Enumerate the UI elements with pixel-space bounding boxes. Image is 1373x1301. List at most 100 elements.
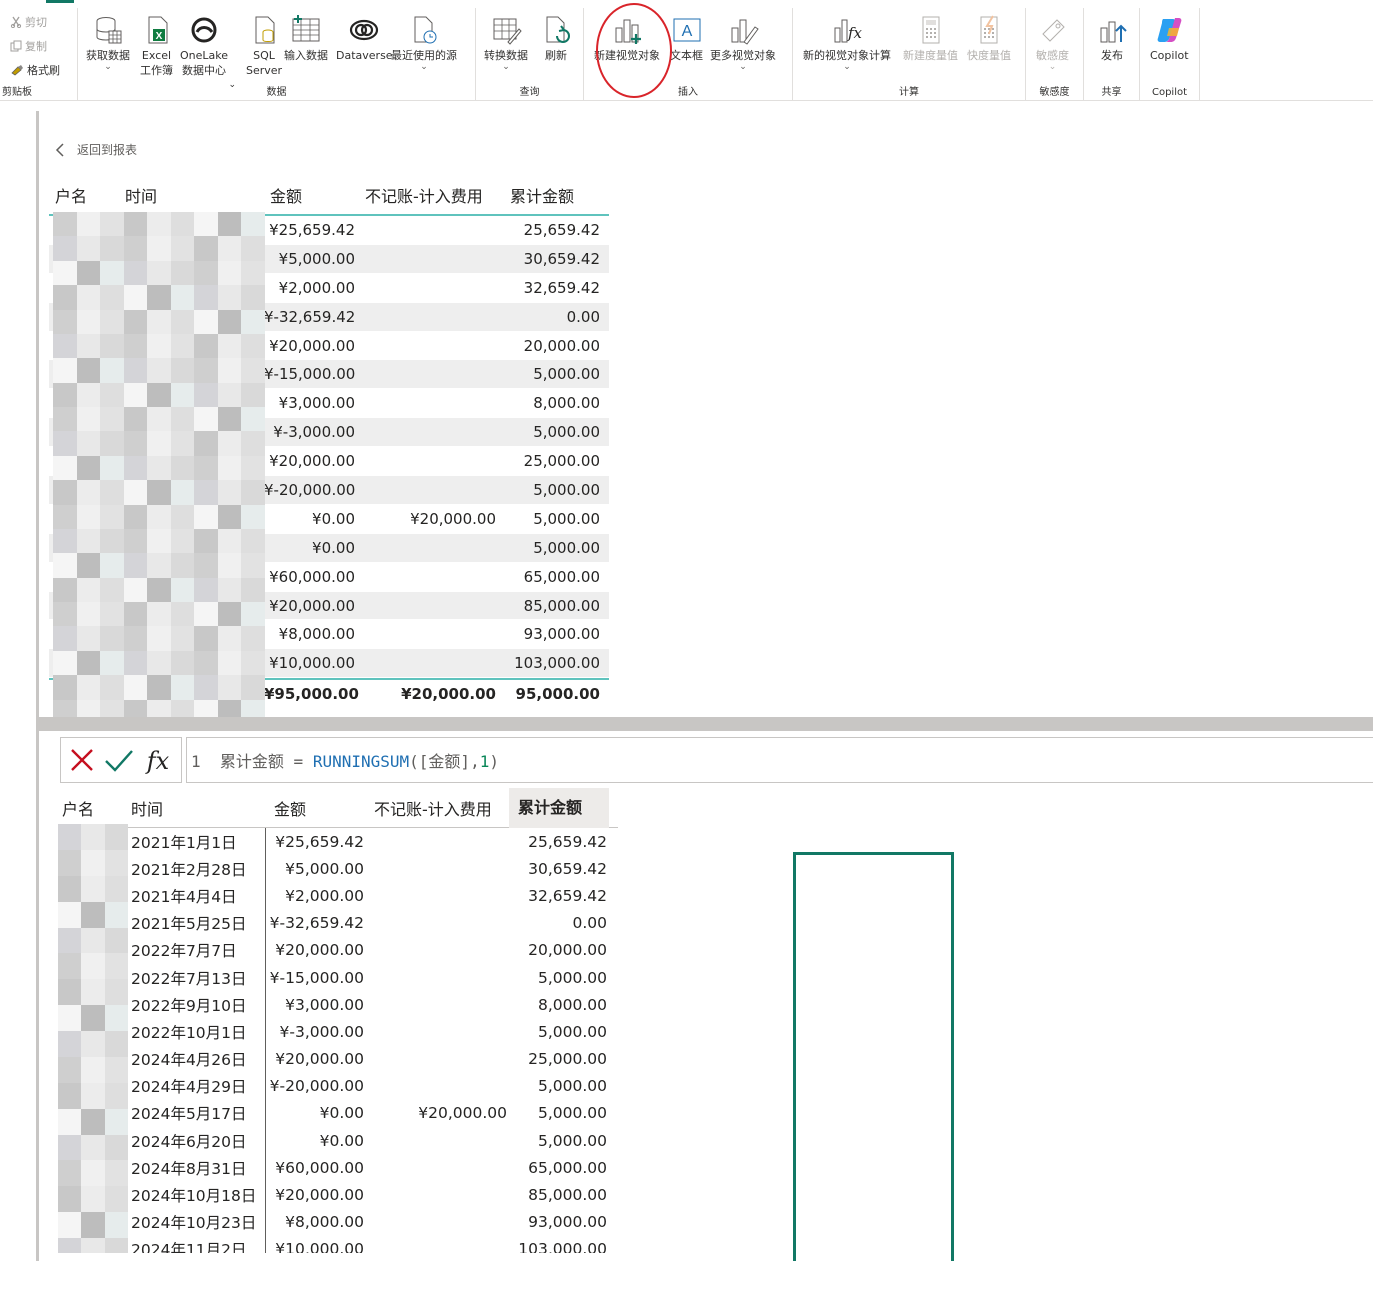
redaction-pixel (76, 577, 101, 603)
refresh-button[interactable]: 刷新 (540, 14, 572, 63)
pane-splitter[interactable] (39, 717, 1373, 731)
sensitivity-group: 敏感度 ⌄ 敏感度 (1026, 8, 1084, 100)
new-measure-button[interactable]: 新建度量值 (903, 14, 958, 63)
column-header-amount[interactable]: 金额 (264, 183, 359, 207)
format-painter-button[interactable]: 格式刷 (10, 62, 60, 78)
new-visual-button[interactable]: 新建视觉对象 (594, 14, 660, 63)
column-header-name[interactable]: 户名 (49, 183, 119, 207)
grid-row[interactable]: 2022年7月7日 ¥20,000.00 20,000.00 (58, 936, 618, 964)
grid-row[interactable]: 2021年1月1日 ¥25,659.42 25,659.42 (58, 828, 618, 856)
amount-cell: ¥60,000.00 (269, 567, 355, 586)
sql-server-button[interactable]: SQL Server (246, 14, 282, 78)
redaction-pixel (76, 675, 101, 700)
redaction-pixel (53, 212, 77, 237)
grid-amount-cell: ¥-3,000.00 (279, 1022, 364, 1041)
cancel-icon[interactable] (68, 746, 96, 774)
dataverse-button[interactable]: Dataverse (336, 14, 393, 63)
cumulative-cell: 5,000.00 (533, 480, 600, 499)
grid-time-cell: 2024年6月20日 (126, 1127, 266, 1155)
enter-data-button[interactable]: 输入数据 (284, 14, 328, 63)
redaction-pixel (81, 979, 105, 1006)
cumulative-cell: 103,000.00 (514, 654, 600, 673)
grid-time-cell: 2021年4月4日 (126, 882, 266, 910)
redaction-pixel (170, 553, 195, 578)
redaction-pixel (58, 1005, 82, 1032)
cut-button[interactable]: 剪切 (10, 14, 47, 30)
redaction-pixel (104, 1031, 128, 1057)
redaction-pixel (217, 626, 242, 651)
grid-row[interactable]: 2021年4月4日 ¥2,000.00 32,659.42 (58, 882, 618, 910)
grid-header-amount[interactable]: 金额 (266, 796, 366, 820)
grid-row[interactable]: 2022年10月1日 ¥-3,000.00 5,000.00 (58, 1018, 618, 1046)
cumulative-cell: 25,000.00 (523, 452, 600, 471)
fx-icon[interactable]: fx (142, 744, 174, 776)
redaction-pixel (123, 626, 148, 651)
grid-row[interactable]: 2024年6月20日 ¥0.00 5,000.00 (58, 1127, 618, 1155)
redaction-pixel (194, 553, 218, 578)
grid-header-time[interactable]: 时间 (126, 788, 266, 827)
empty-visual-placeholder[interactable] (793, 852, 954, 1264)
grid-row[interactable]: 2022年9月10日 ¥3,000.00 8,000.00 (58, 991, 618, 1019)
onelake-hub-button[interactable]: OneLake 数据中心 ⌄ (180, 14, 236, 90)
grid-row[interactable]: 2021年2月28日 ¥5,000.00 30,659.42 (58, 855, 618, 883)
quick-measure-button[interactable]: 快度量值 (967, 14, 1011, 63)
grid-header-cumulative[interactable]: 累计金额 (509, 788, 609, 828)
formula-input[interactable]: 1 累计金额 = RUNNINGSUM([金额],1) (186, 737, 1373, 783)
back-to-report-link[interactable]: 返回到报表 (55, 141, 137, 158)
excel-workbook-button[interactable]: X Excel 工作簿 (140, 14, 173, 78)
copy-button[interactable]: 复制 (10, 38, 47, 54)
copilot-button[interactable]: Copilot (1150, 14, 1189, 63)
redaction-pixel (241, 260, 265, 286)
column-header-fee[interactable]: 不记账-计入费用 (359, 183, 504, 207)
excel-label-2: 工作簿 (140, 64, 173, 77)
amount-cell: ¥-15,000.00 (264, 365, 356, 384)
redaction-pixel (53, 431, 77, 456)
redaction-pixel (81, 1108, 105, 1135)
grid-row[interactable]: 2024年4月26日 ¥20,000.00 25,000.00 (58, 1045, 618, 1073)
redaction-pixel (170, 260, 195, 286)
text-box-button[interactable]: A 文本框 (670, 14, 703, 63)
grid-header-name[interactable]: 户名 (58, 796, 126, 820)
column-header-time[interactable]: 时间 (119, 183, 264, 207)
redaction-pixel (58, 1056, 82, 1083)
new-visual-calc-label: 新的视觉对象计算 (803, 49, 891, 62)
redaction-pixel (81, 1005, 105, 1032)
more-visuals-button[interactable]: 更多视觉对象 ⌄ (710, 14, 776, 72)
grid-row[interactable]: 2024年11月2日 ¥10,000.00 103,000.00 (58, 1235, 618, 1253)
grid-row[interactable]: 2021年5月25日 ¥-32,659.42 0.00 (58, 909, 618, 937)
recent-sources-button[interactable]: 最近使用的源 ⌄ (391, 14, 457, 72)
redaction-pixel (104, 1005, 128, 1032)
redaction-pixel (123, 504, 148, 529)
redaction-pixel (194, 431, 218, 456)
new-visual-calculation-button[interactable]: fx 新的视觉对象计算 ⌄ (803, 14, 891, 72)
sensitivity-button[interactable]: 敏感度 ⌄ (1036, 14, 1069, 72)
transform-data-button[interactable]: 转换数据 ⌄ (484, 14, 528, 72)
redaction-pixel (170, 431, 195, 456)
redaction-pixel (170, 212, 195, 237)
grid-row[interactable]: 2024年8月31日 ¥60,000.00 65,000.00 (58, 1154, 618, 1182)
grid-row[interactable]: 2024年10月18日 ¥20,000.00 85,000.00 (58, 1181, 618, 1209)
insert-group: 新建视觉对象 A 文本框 更多视觉对象 ⌄ 插入 (584, 8, 793, 100)
redaction-pixel (170, 626, 195, 651)
commit-check-icon[interactable] (103, 746, 135, 774)
grid-cumulative-cell: 5,000.00 (537, 1104, 607, 1123)
grid-row[interactable]: 2024年5月17日 ¥0.00 ¥20,000.00 5,000.00 (58, 1099, 618, 1128)
redaction-pixel (104, 979, 128, 1006)
chevron-down-icon: ⌄ (420, 62, 428, 72)
redaction-pixel (170, 675, 195, 700)
get-data-button[interactable]: 获取数据 ⌄ (86, 14, 130, 72)
grid-row[interactable]: 2022年7月13日 ¥-15,000.00 5,000.00 (58, 963, 618, 992)
column-header-cumulative[interactable]: 累计金额 (504, 183, 604, 207)
grid-cumulative-cell: 8,000.00 (537, 995, 607, 1014)
redaction-pixel (123, 553, 148, 578)
grid-row[interactable]: 2024年4月29日 ¥-20,000.00 5,000.00 (58, 1072, 618, 1100)
redaction-pixel (100, 602, 124, 627)
grid-header-fee[interactable]: 不记账-计入费用 (366, 796, 509, 820)
grid-row[interactable]: 2024年10月23日 ¥8,000.00 93,000.00 (58, 1208, 618, 1236)
grid-time-cell: 2024年10月23日 (126, 1208, 266, 1236)
redaction-pixel (194, 577, 218, 603)
onelake-label-1: OneLake (180, 49, 229, 62)
redaction-pixel (123, 431, 148, 456)
publish-button[interactable]: 发布 (1096, 14, 1128, 63)
formula-line-number: 1 (191, 752, 201, 771)
